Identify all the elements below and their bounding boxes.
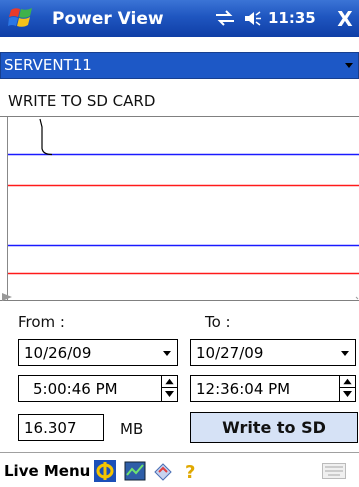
chevron-up-icon[interactable] <box>162 376 177 388</box>
connectivity-icon[interactable] <box>214 10 236 26</box>
chevron-down-icon[interactable] <box>340 388 355 400</box>
chevron-down-icon[interactable] <box>162 388 177 400</box>
tools-icon[interactable] <box>152 460 174 482</box>
help-icon[interactable]: ? <box>180 460 202 482</box>
plot-scrollbar[interactable] <box>0 291 359 301</box>
volume-icon[interactable] <box>244 10 262 27</box>
to-date-picker[interactable]: 10/27/09 <box>190 339 356 366</box>
from-time-spinner[interactable]: 5:00:46 PM <box>18 375 178 402</box>
keyboard-icon[interactable] <box>322 463 346 479</box>
phase-icon[interactable] <box>94 460 116 482</box>
to-time-stepper[interactable] <box>339 376 355 401</box>
device-dropdown-value: SERVENT11 <box>4 56 92 74</box>
size-value: 16.307 <box>24 419 77 437</box>
chevron-up-icon[interactable] <box>340 376 355 388</box>
chevron-down-icon <box>163 351 171 356</box>
plot-left-margin <box>0 117 8 300</box>
size-field[interactable]: 16.307 <box>18 414 104 441</box>
mode-label: WRITE TO SD CARD <box>8 92 156 110</box>
live-menu-softkey[interactable]: Live Menu <box>4 462 90 480</box>
to-label: To : <box>205 313 231 331</box>
from-time-stepper[interactable] <box>161 376 177 401</box>
from-label: From : <box>18 313 65 331</box>
from-date-value: 10/26/09 <box>24 344 92 362</box>
chevron-down-icon <box>341 351 349 356</box>
clock[interactable]: 11:35 <box>268 9 316 27</box>
trend-chart-svg <box>8 118 359 275</box>
svg-text:?: ? <box>185 462 195 482</box>
from-date-picker[interactable]: 10/26/09 <box>18 339 178 366</box>
menu-bar: Live Menu ? <box>0 452 359 487</box>
title-bar: Power View 11:35 X <box>0 0 359 37</box>
size-unit-label: MB <box>120 420 144 438</box>
to-date-value: 10/27/09 <box>196 344 264 362</box>
window-title: Power View <box>52 9 164 29</box>
from-time-value: 5:00:46 PM <box>33 380 118 398</box>
device-dropdown[interactable]: SERVENT11 <box>0 52 359 79</box>
close-button[interactable]: X <box>331 0 359 37</box>
chevron-down-icon <box>345 63 353 68</box>
to-time-spinner[interactable]: 12:36:04 PM <box>190 375 356 402</box>
write-to-sd-button[interactable]: Write to SD <box>190 412 358 443</box>
to-time-value: 12:36:04 PM <box>196 380 291 398</box>
trend-plot[interactable] <box>8 117 359 300</box>
windows-start-icon[interactable] <box>8 5 36 31</box>
trend-trace <box>39 118 53 156</box>
trend-icon[interactable] <box>124 460 146 482</box>
